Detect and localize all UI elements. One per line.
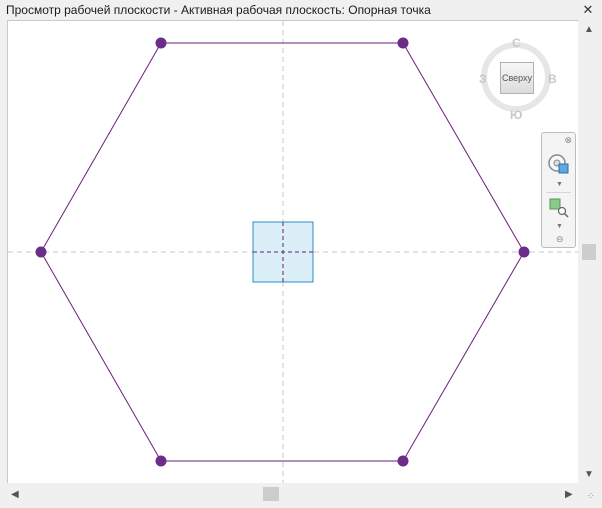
compass-east-label[interactable]: В	[548, 72, 557, 86]
navbar-options-icon[interactable]: ⊖	[556, 234, 564, 245]
scroll-up-arrow-icon[interactable]: ▲	[584, 24, 594, 36]
view-cube[interactable]: С Ю В З Сверху	[479, 36, 557, 122]
resize-grip-icon[interactable]: ⁘	[584, 490, 598, 504]
steering-wheel-dropdown-icon[interactable]: ▼	[556, 181, 563, 188]
navigation-bar: ⊗ ▼ ▼ ⊖	[541, 132, 576, 248]
scroll-left-arrow-icon[interactable]: ◀	[11, 489, 19, 501]
hexagon-vertex[interactable]	[397, 37, 409, 49]
hexagon-vertex[interactable]	[35, 246, 47, 258]
steering-wheel-icon[interactable]	[546, 151, 572, 177]
compass-south-label[interactable]: Ю	[510, 108, 522, 122]
compass-north-label[interactable]: С	[512, 36, 521, 50]
hexagon-vertex[interactable]	[155, 37, 167, 49]
zoom-dropdown-icon[interactable]: ▼	[556, 223, 563, 230]
hexagon-vertex[interactable]	[397, 455, 409, 467]
hexagon-vertex[interactable]	[518, 246, 530, 258]
close-icon[interactable]: ✕	[580, 2, 596, 18]
horizontal-scrollbar[interactable]: ◀ ▶	[7, 483, 578, 508]
navbar-close-icon[interactable]: ⊗	[564, 135, 572, 146]
navbar-separator	[546, 192, 571, 193]
hexagon-vertex[interactable]	[155, 455, 167, 467]
scroll-down-arrow-icon[interactable]: ▼	[584, 469, 594, 481]
window-title: Просмотр рабочей плоскости - Активная ра…	[0, 0, 602, 20]
horizontal-scroll-thumb[interactable]	[263, 487, 279, 501]
view-cube-top-face[interactable]: Сверху	[500, 62, 534, 94]
vertical-scrollbar[interactable]: ▲ ▼	[578, 20, 602, 483]
compass-west-label[interactable]: З	[479, 72, 487, 86]
vertical-scroll-thumb[interactable]	[582, 244, 596, 260]
scroll-right-arrow-icon[interactable]: ▶	[565, 489, 573, 501]
zoom-region-icon[interactable]	[548, 197, 570, 219]
